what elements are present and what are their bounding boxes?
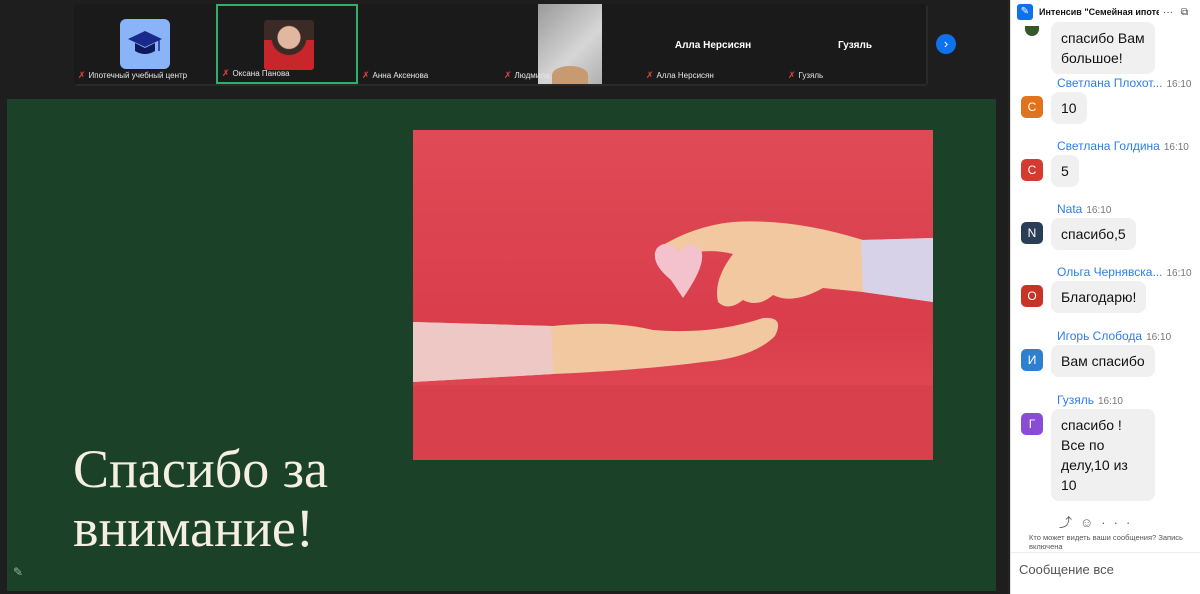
muted-mic-icon: ✗ (222, 68, 230, 78)
message-line: Благодарю! (1061, 289, 1137, 305)
participant-photo (264, 20, 314, 70)
message-sender: Nata 16:10 (1057, 202, 1111, 216)
message-bubble: 10 (1051, 92, 1087, 124)
message-sender: Ольга Чернявска... 16:10 (1057, 265, 1192, 279)
chat-input[interactable]: Сообщение все (1011, 552, 1200, 594)
message-sender: Гузяль 16:10 (1057, 393, 1123, 407)
message-time: 16:10 (1086, 205, 1112, 216)
chat-app-icon: ✎ (1017, 4, 1033, 20)
message-line: Вам спасибо (1061, 353, 1145, 369)
video-strip: ✗ Ипотечный учебный центр ✗ Оксана Панова … (74, 4, 928, 86)
popout-icon[interactable]: ⧉ (1181, 7, 1188, 18)
message-time: 16:10 (1146, 332, 1172, 343)
message-time: 16:10 (1163, 142, 1189, 153)
message-bubble: спасибо,5 (1051, 218, 1136, 250)
reply-icon[interactable]: ⤴ (1059, 515, 1080, 530)
slide-title-line: внимание! (73, 498, 314, 558)
message-line: Все по (1061, 437, 1105, 453)
message-line: 10 (1061, 477, 1077, 493)
message-line: 5 (1061, 163, 1069, 179)
participant-name: ✗ Гузяль (788, 70, 824, 80)
sender-name: Гузяль (1057, 393, 1094, 407)
chat-header: ✎ Интенсив "Семейная ипоте... ··· ⧉ (1011, 0, 1200, 24)
participant-tile[interactable]: Алла Нерсисян ✗ Алла Нерсисян (642, 4, 784, 84)
participant-tile[interactable]: Гузяль ✗ Гузяль (784, 4, 926, 84)
shared-slide: Спасибо за внимание! ✎ (7, 99, 996, 591)
emoji-icon[interactable]: ☺ (1080, 515, 1101, 530)
participant-display-name: Алла Нерсисян (674, 40, 752, 51)
message-bubble: спасибо ! Все по делу,10 из 10 (1051, 409, 1155, 501)
avatar: С (1021, 159, 1043, 181)
participant-name: ✗ Людмила (504, 70, 550, 80)
heart-hands-image (413, 130, 933, 460)
slide-title: Спасибо за внимание! (73, 440, 328, 558)
message-sender: Игорь Слобода 16:10 (1057, 329, 1171, 343)
chat-title: Интенсив "Семейная ипоте... (1039, 7, 1159, 17)
message-time: 16:10 (1166, 79, 1192, 90)
avatar: С (1021, 96, 1043, 118)
slide-title-line: Спасибо за (73, 439, 329, 499)
muted-mic-icon: ✗ (78, 70, 86, 80)
participant-display-name: Гузяль (837, 40, 873, 51)
participant-name: ✗ Алла Нерсисян (646, 70, 714, 80)
participant-tile[interactable]: ✗ Людмила (500, 4, 642, 84)
meeting-area: ✗ Ипотечный учебный центр ✗ Оксана Панова … (0, 0, 1008, 594)
participant-name: ✗ Оксана Панова (222, 68, 290, 78)
annotate-icon[interactable]: ✎ (9, 563, 27, 581)
message-line: 10 (1061, 100, 1077, 116)
message-bubble: спасибо Вам большое! (1051, 22, 1155, 74)
message-line: спасибо,5 (1061, 226, 1126, 242)
muted-mic-icon: ✗ (504, 70, 512, 80)
sender-name: Светлана Голдина (1057, 139, 1160, 153)
chat-visibility-notice[interactable]: Кто может видеть ваши сообщения? Запись … (1029, 533, 1199, 551)
participant-tile-active[interactable]: ✗ Оксана Панова (216, 4, 358, 84)
message-line: спасибо ! (1061, 417, 1122, 433)
more-icon[interactable]: ··· (1163, 7, 1173, 18)
sender-name: Ольга Чернявска... (1057, 265, 1163, 279)
message-actions: ⤴☺··· (1059, 512, 1138, 531)
muted-mic-icon: ✗ (362, 70, 370, 80)
message-time: 16:10 (1097, 396, 1123, 407)
message-bubble: Благодарю! (1051, 281, 1147, 313)
message-bubble: 5 (1051, 155, 1079, 187)
avatar: О (1021, 285, 1043, 307)
message-sender: Светлана Голдина 16:10 (1057, 139, 1189, 153)
avatar (1025, 26, 1039, 36)
avatar: N (1021, 222, 1043, 244)
message-time: 16:10 (1166, 268, 1192, 279)
message-bubble: Вам спасибо (1051, 345, 1155, 377)
sender-name: Nata (1057, 202, 1083, 216)
avatar: И (1021, 349, 1043, 371)
muted-mic-icon: ✗ (646, 70, 654, 80)
message-line: делу,10 из (1061, 457, 1128, 473)
sender-name: Игорь Слобода (1057, 329, 1143, 343)
participant-name: ✗ Анна Аксенова (362, 70, 429, 80)
more-icon[interactable]: ··· (1101, 515, 1138, 530)
message-sender: Светлана Плохот... 16:10 (1057, 76, 1192, 90)
sender-name: Светлана Плохот... (1057, 76, 1163, 90)
participant-tile[interactable]: ✗ Анна Аксенова (358, 4, 500, 84)
message-line: большое! (1061, 50, 1123, 66)
participant-name: ✗ Ипотечный учебный центр (78, 70, 188, 80)
avatar: Г (1021, 413, 1043, 435)
message-line: спасибо Вам (1061, 30, 1145, 46)
graduation-cap-icon (120, 19, 170, 69)
chat-panel: ✎ Интенсив "Семейная ипоте... ··· ⧉ спас… (1010, 0, 1200, 594)
muted-mic-icon: ✗ (788, 70, 796, 80)
participant-tile[interactable]: ✗ Ипотечный учебный центр (74, 4, 216, 84)
chevron-right-icon[interactable]: › (936, 34, 956, 54)
